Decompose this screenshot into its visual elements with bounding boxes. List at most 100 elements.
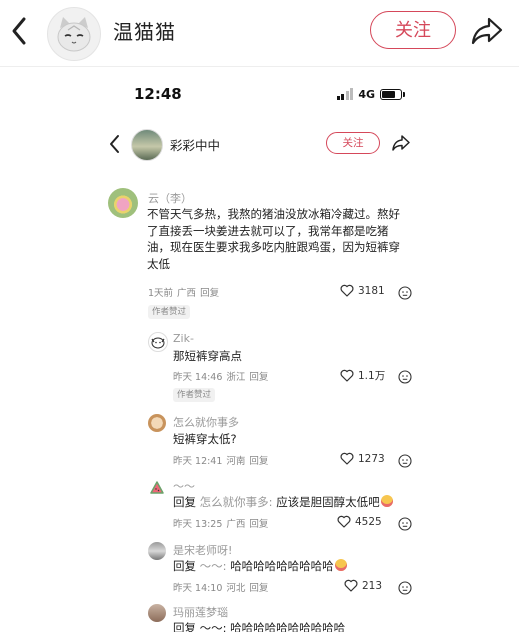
dog-avatar-icon xyxy=(151,337,165,349)
embedded-screenshot: 12:48 4G 彩彩中中 关注 云（李） 不管天气多热，我熬的猪油没放冰箱冷藏… xyxy=(106,67,428,632)
back-icon[interactable] xyxy=(108,133,122,155)
dislike-button[interactable] xyxy=(398,369,412,384)
reply-button[interactable]: 回复 xyxy=(249,583,268,594)
reply-button[interactable]: 回复 xyxy=(249,519,268,530)
comment-time: 昨天 14:46 xyxy=(173,372,223,383)
dislike-button[interactable] xyxy=(398,516,412,531)
commenter-name[interactable]: 云（李） xyxy=(148,190,192,206)
reply-body: 哈哈哈哈哈哈哈哈哈 xyxy=(230,559,334,573)
dislike-button[interactable] xyxy=(398,453,412,468)
heart-outline-icon xyxy=(344,579,358,592)
commenter-name[interactable]: 怎么就你事多 xyxy=(173,414,239,430)
heart-outline-icon xyxy=(340,452,354,465)
heart-outline-icon xyxy=(337,515,351,528)
like-button[interactable]: 1.1万 xyxy=(340,368,385,383)
reply-target[interactable]: 怎么就你事多: xyxy=(200,495,273,509)
unhappy-face-icon xyxy=(398,286,412,300)
comment-text: 回复 怎么就你事多: 应该是胆固醇太低吧 xyxy=(173,494,423,511)
comment-text: 回复 ～～: 哈哈哈哈哈哈哈哈哈 xyxy=(173,558,423,575)
signal-icon xyxy=(336,88,354,100)
reply-prefix: 回复 xyxy=(173,495,196,509)
commenter-avatar[interactable] xyxy=(148,542,166,560)
author-name: 彩彩中中 xyxy=(170,138,221,153)
commenter-avatar[interactable] xyxy=(148,479,166,497)
like-button[interactable]: 213 xyxy=(344,579,382,592)
unhappy-face-icon xyxy=(398,517,412,531)
comment-time: 1天前 xyxy=(148,288,174,299)
comment-location: 浙江 xyxy=(226,372,246,383)
user-avatar[interactable] xyxy=(47,7,101,61)
comment-meta: 1天前 广西 回复 xyxy=(148,285,223,299)
comment-item: 云（李） 不管天气多热，我熬的猪油没放冰箱冷藏过。熬好了直接丢一块姜进去就可以了… xyxy=(106,188,428,319)
follow-button[interactable]: 关注 xyxy=(326,132,380,154)
battery-icon xyxy=(380,88,405,100)
watermelon-avatar-icon xyxy=(150,481,164,494)
network-label: 4G xyxy=(358,87,375,101)
comment-location: 河南 xyxy=(226,456,246,467)
inner-header: 彩彩中中 关注 xyxy=(106,129,428,163)
comment-time: 昨天 13:25 xyxy=(173,519,223,530)
commenter-name[interactable]: ～～ xyxy=(173,478,195,494)
commenter-avatar[interactable] xyxy=(108,188,138,218)
commenter-name[interactable]: 是宋老师呀! xyxy=(173,542,232,558)
reply-target[interactable]: ～～: xyxy=(200,559,227,573)
like-button[interactable]: 4525 xyxy=(337,515,382,528)
like-count: 4525 xyxy=(355,515,382,528)
commenter-avatar[interactable] xyxy=(148,414,166,432)
unhappy-face-icon xyxy=(398,370,412,384)
like-button[interactable]: 1273 xyxy=(340,452,385,465)
commenter-avatar[interactable] xyxy=(148,604,166,622)
like-count: 1.1万 xyxy=(358,370,386,382)
author-liked-badge: 作者赞过 xyxy=(148,305,191,319)
heart-outline-icon xyxy=(340,369,354,382)
commenter-avatar[interactable] xyxy=(148,332,168,352)
follow-button[interactable]: 关注 xyxy=(370,11,456,49)
comment-text: 回复 ～～: 哈哈哈哈哈哈哈哈哈哈 xyxy=(173,621,346,632)
comment-meta: 昨天 14:10 河北 回复 xyxy=(173,580,272,594)
reply-item: 玛丽莲梦瑙 回复 ～～: 哈哈哈哈哈哈哈哈哈哈 xyxy=(106,604,428,632)
reply-body: 应该是胆固醇太低吧 xyxy=(276,495,380,509)
dislike-button[interactable] xyxy=(398,285,412,300)
share-icon[interactable] xyxy=(469,14,505,48)
like-button[interactable]: 3181 xyxy=(340,284,385,297)
reply-item: 是宋老师呀! 回复 ～～: 哈哈哈哈哈哈哈哈哈 昨天 14:10 河北 回复 213 xyxy=(106,540,428,600)
top-bar: 温猫猫 关注 xyxy=(0,0,519,67)
reply-item: ～～ 回复 怎么就你事多: 应该是胆固醇太低吧 昨天 13:25 广西 回复 452… xyxy=(106,477,428,533)
comment-location: 广西 xyxy=(177,288,197,299)
author-liked-badge: 作者赞过 xyxy=(173,388,216,402)
commenter-name[interactable]: Zik- xyxy=(173,332,194,345)
profile-name: 温猫猫 xyxy=(113,20,176,44)
comment-meta: 昨天 13:25 广西 回复 xyxy=(173,516,272,530)
reply-item: Zik- 那短裤穿高点 昨天 14:46 浙江 回复 1.1万 作者赞过 xyxy=(106,330,428,402)
comment-time: 昨天 14:10 xyxy=(173,583,223,594)
comment-text: 不管天气多热，我熬的猪油没放冰箱冷藏过。熬好了直接丢一块姜进去就可以了，我常年都… xyxy=(147,207,400,271)
back-icon[interactable] xyxy=(6,13,32,49)
comment-location: 河北 xyxy=(226,583,246,594)
comment-text: 那短裤穿高点 xyxy=(173,349,242,363)
status-time: 12:48 xyxy=(134,85,182,103)
reply-button[interactable]: 回复 xyxy=(249,456,268,467)
comment-text: 短裤穿太低? xyxy=(173,432,237,446)
author-avatar[interactable] xyxy=(131,129,163,161)
like-count: 1273 xyxy=(358,452,385,465)
laughing-face-emoji xyxy=(380,495,393,507)
cat-avatar-icon xyxy=(57,17,91,52)
laughing-face-emoji xyxy=(334,559,347,571)
like-count: 213 xyxy=(362,579,383,592)
reply-button[interactable]: 回复 xyxy=(200,288,219,299)
dislike-button[interactable] xyxy=(398,580,412,595)
status-icons: 4G xyxy=(336,87,405,101)
commenter-name[interactable]: 玛丽莲梦瑙 xyxy=(173,604,228,620)
comment-meta: 昨天 12:41 河南 回复 xyxy=(173,453,272,467)
comment-location: 广西 xyxy=(226,519,246,530)
reply-item: 怎么就你事多 短裤穿太低? 昨天 12:41 河南 回复 1273 xyxy=(106,412,428,472)
reply-button[interactable]: 回复 xyxy=(249,372,268,383)
comment-meta: 昨天 14:46 浙江 回复 xyxy=(173,369,272,383)
unhappy-face-icon xyxy=(398,454,412,468)
unhappy-face-icon xyxy=(398,581,412,595)
like-count: 3181 xyxy=(358,284,385,297)
heart-outline-icon xyxy=(340,284,354,297)
comment-time: 昨天 12:41 xyxy=(173,456,223,467)
reply-prefix: 回复 xyxy=(173,559,196,573)
share-icon[interactable] xyxy=(390,133,412,153)
